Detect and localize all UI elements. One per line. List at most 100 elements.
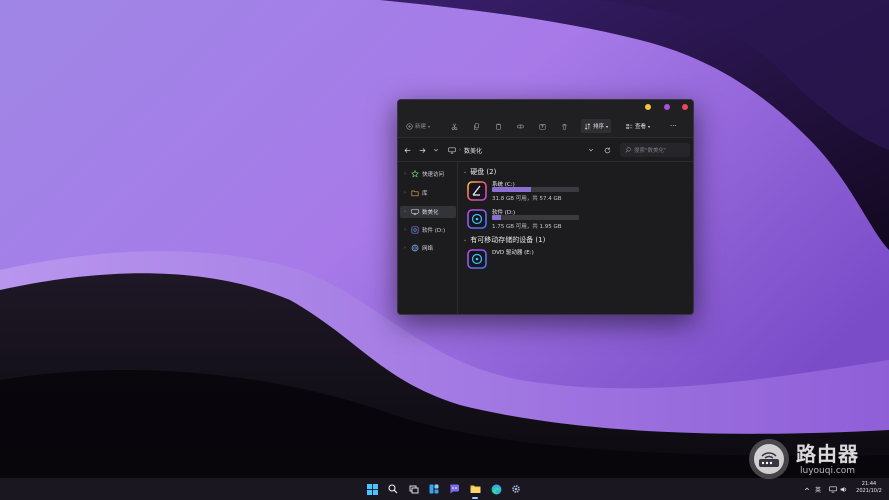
folder-icon	[411, 190, 419, 197]
settings-button[interactable]	[509, 482, 523, 496]
drive-usage-fill	[492, 187, 532, 192]
taskbar-clock[interactable]: 21:44 2021/10/2	[850, 481, 888, 495]
computer-icon	[411, 208, 419, 215]
breadcrumb-current: 数美化	[464, 147, 483, 155]
language-label: 英	[815, 486, 822, 494]
group-title: 硬盘 (2)	[470, 168, 497, 176]
more-button[interactable]: ···	[670, 119, 677, 133]
scissors-icon	[451, 123, 458, 130]
network-status-button[interactable]	[829, 483, 837, 495]
speaker-icon	[840, 486, 847, 492]
chevron-right-icon: ›	[459, 147, 461, 153]
sort-button[interactable]: 排序 ▾	[581, 119, 612, 133]
watermark-title: 路由器	[796, 442, 859, 466]
gear-icon	[512, 485, 520, 493]
breadcrumb[interactable]: › 数美化	[448, 145, 482, 155]
address-dropdown-button[interactable]	[586, 145, 596, 155]
chevron-down-icon: ▾	[606, 123, 609, 129]
minimize-button[interactable]	[645, 104, 651, 110]
drive-item-c[interactable]: 系统 (C:) 31.8 GB 可用，共 57.4 GB	[467, 180, 587, 206]
drive-space-info: 1.75 GB 可用，共 1.95 GB	[492, 224, 562, 230]
star-icon	[411, 170, 419, 178]
chevron-up-icon	[804, 487, 810, 491]
refresh-icon	[604, 147, 610, 153]
chevron-right-icon: ›	[404, 245, 406, 251]
chevron-right-icon: ›	[404, 190, 406, 196]
command-bar: 新建 ▾ 排序 ▾ 查看 ▾ ···	[398, 114, 693, 138]
search-icon	[625, 147, 631, 153]
forward-button[interactable]	[417, 145, 427, 155]
group-header-removable[interactable]: ⌄ 有可移动存储的设备 (1)	[463, 235, 545, 245]
clock-time: 21:44	[861, 481, 877, 487]
chevron-down-icon: ▾	[648, 123, 651, 129]
search-placeholder: 搜索"数美化"	[634, 148, 667, 154]
search-input[interactable]: 搜索"数美化"	[620, 143, 690, 157]
sidebar-item-library[interactable]: › 库	[400, 187, 456, 199]
drive-item-e[interactable]: DVD 驱动器 (E:)	[467, 248, 587, 274]
maximize-button[interactable]	[664, 104, 670, 110]
sidebar-item-label: 软件 (D:)	[422, 228, 446, 234]
drive-item-d[interactable]: 软件 (D:) 1.75 GB 可用，共 1.95 GB	[467, 208, 587, 234]
sidebar-item-label: 库	[422, 191, 428, 197]
sidebar-item-quick-access[interactable]: › 快速访问	[400, 168, 456, 180]
arrow-right-icon	[419, 147, 425, 153]
router-logo-icon	[749, 439, 789, 479]
drive-usage-bar	[492, 215, 579, 220]
sidebar-item-label: 网络	[422, 246, 434, 252]
view-label: 查看	[635, 124, 647, 130]
sidebar-item-drive-d[interactable]: › 软件 (D:)	[400, 224, 456, 236]
sidebar-item-network[interactable]: › 网络	[400, 242, 456, 254]
rename-button[interactable]	[517, 119, 524, 133]
taskbar-search-button[interactable]	[386, 482, 400, 496]
input-language-indicator[interactable]: 英	[815, 483, 821, 495]
volume-button[interactable]	[840, 483, 848, 495]
address-bar: › 数美化 搜索"数美化"	[398, 138, 693, 162]
start-button[interactable]	[365, 482, 379, 496]
active-indicator	[472, 497, 478, 499]
copy-icon	[474, 122, 479, 130]
back-button[interactable]	[402, 145, 412, 155]
chevron-down-icon	[433, 148, 439, 152]
tray-overflow-button[interactable]	[804, 483, 810, 495]
drive-icon	[411, 226, 419, 234]
group-title: 有可移动存储的设备 (1)	[470, 236, 546, 244]
watermark-url: luyouqi.com	[800, 466, 856, 476]
task-view-button[interactable]	[407, 482, 421, 496]
paste-button[interactable]	[495, 119, 502, 133]
close-button[interactable]	[682, 104, 688, 110]
view-button[interactable]: 查看 ▾	[626, 119, 650, 133]
group-header-hard-drives[interactable]: ⌄ 硬盘 (2)	[463, 167, 496, 177]
more-label: ···	[670, 122, 677, 130]
watermark: 路由器 luyouqi.com	[748, 436, 878, 482]
rename-icon	[517, 123, 524, 129]
chat-button[interactable]	[447, 482, 461, 496]
file-explorer-taskbar-button[interactable]	[468, 482, 482, 499]
navigation-pane: › 快速访问 › 库 › 数美化 › 软件 (D:) › 网络	[398, 162, 458, 314]
recent-button[interactable]	[431, 145, 441, 155]
refresh-button[interactable]	[602, 145, 612, 155]
copy-button[interactable]	[473, 119, 480, 133]
chevron-right-icon: ›	[404, 227, 406, 233]
chevron-right-icon: ›	[404, 209, 406, 215]
chat-icon	[449, 484, 459, 494]
delete-button[interactable]	[561, 119, 568, 133]
chevron-down-icon: ⌄	[463, 237, 468, 243]
monitor-network-icon	[829, 486, 837, 492]
title-bar	[398, 100, 693, 114]
share-button[interactable]	[539, 119, 546, 133]
widgets-button[interactable]	[427, 482, 441, 496]
windows-logo-icon	[366, 483, 378, 495]
share-icon	[539, 123, 546, 130]
chevron-right-icon: ›	[404, 171, 406, 177]
edge-icon	[491, 484, 501, 494]
content-pane: ⌄ 硬盘 (2) 系统 (C:) 31.8 GB 可用，共 57.4 GB 软件…	[459, 162, 693, 314]
sidebar-item-this-pc[interactable]: › 数美化	[400, 206, 456, 218]
drive-usage-fill	[492, 215, 501, 220]
search-icon	[388, 484, 398, 494]
edge-browser-button[interactable]	[489, 482, 503, 496]
new-icon	[406, 122, 413, 130]
cut-button[interactable]	[451, 119, 458, 133]
drive-usage-bar	[492, 187, 579, 192]
new-label: 新建	[415, 124, 427, 130]
new-button[interactable]: 新建 ▾	[406, 119, 430, 133]
